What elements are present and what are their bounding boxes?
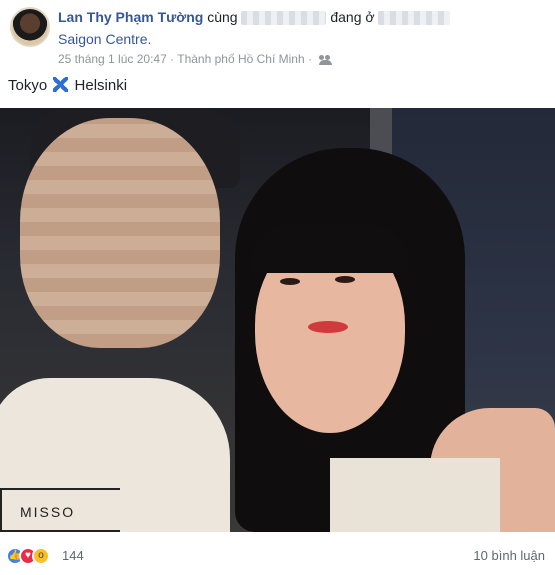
post-text: Tokyo Helsinki bbox=[8, 77, 127, 94]
man-face-blurred bbox=[20, 118, 220, 348]
wow-reaction-icon: o bbox=[32, 547, 50, 565]
post-photo[interactable]: MISSO bbox=[0, 108, 555, 532]
woman-eye-left bbox=[280, 278, 300, 285]
woman-dress bbox=[330, 458, 500, 532]
woman-eye-right bbox=[335, 276, 355, 283]
post-text-after: Helsinki bbox=[74, 77, 128, 94]
at-word: đang ở bbox=[330, 9, 375, 25]
author-avatar[interactable] bbox=[10, 7, 50, 47]
place-prefix-blurred[interactable] bbox=[378, 11, 451, 26]
post-timestamp[interactable]: 25 tháng 1 lúc 20:47 bbox=[58, 52, 167, 66]
tagged-friend-blurred[interactable] bbox=[241, 11, 327, 26]
post-meta: 25 tháng 1 lúc 20:47 · Thành phố Hồ Chí … bbox=[58, 52, 333, 66]
post-footer: 👍 ♥ o 144 10 bình luận bbox=[0, 540, 555, 575]
reaction-count[interactable]: 144 bbox=[62, 548, 84, 563]
cross-mark-emoji-icon bbox=[53, 77, 69, 92]
friends-icon[interactable] bbox=[319, 54, 333, 65]
author-name[interactable]: Lan Thy Phạm Tường bbox=[58, 9, 203, 25]
post-header-line: Lan Thy Phạm Tường cùng đang ở bbox=[58, 9, 451, 26]
place-name[interactable]: Saigon Centre. bbox=[58, 31, 151, 47]
shirt-print: MISSO bbox=[0, 488, 120, 532]
meta-separator-2: · bbox=[307, 52, 312, 66]
woman-bangs bbox=[250, 223, 410, 273]
post-text-before: Tokyo bbox=[8, 77, 48, 94]
post-location[interactable]: Thành phố Hồ Chí Minh bbox=[177, 52, 304, 66]
woman-lips bbox=[308, 321, 348, 333]
post-header: Lan Thy Phạm Tường cùng đang ở Saigon Ce… bbox=[0, 0, 555, 75]
with-word: cùng bbox=[207, 9, 238, 25]
meta-separator: · bbox=[170, 52, 175, 66]
comment-count[interactable]: 10 bình luận bbox=[473, 548, 545, 563]
